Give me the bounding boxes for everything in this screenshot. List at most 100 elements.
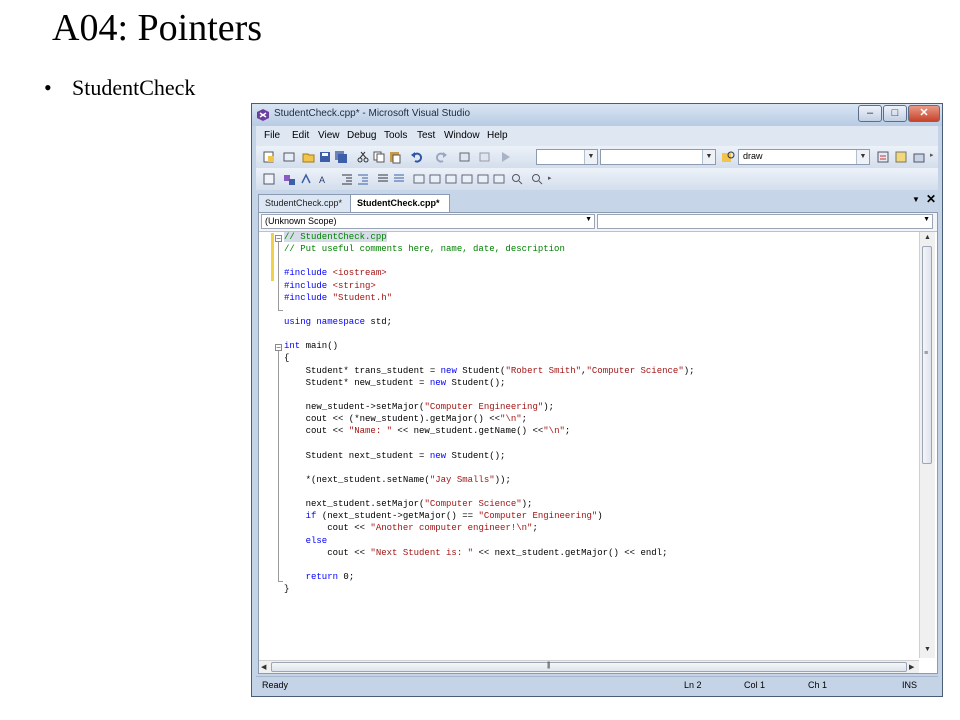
maximize-button[interactable]: □ xyxy=(883,105,907,122)
undo-icon[interactable] xyxy=(410,150,424,164)
selection-margin[interactable] xyxy=(259,232,273,662)
code-line[interactable]: cout << (*new_student).getMajor() <<"\n"… xyxy=(284,413,914,425)
toolbar-overflow-icon[interactable]: ▸ xyxy=(930,151,933,159)
menu-file[interactable]: File xyxy=(264,130,280,141)
platform-combo[interactable]: ▼ xyxy=(600,149,716,165)
code-editor[interactable]: (Unknown Scope) ▼ ▼ − − // StudentCheck.c… xyxy=(258,212,938,674)
scroll-left-icon[interactable]: ◀ xyxy=(261,663,266,671)
code-line[interactable]: using namespace std; xyxy=(284,316,914,328)
menu-window[interactable]: Window xyxy=(444,130,480,141)
code-line[interactable]: return 0; xyxy=(284,571,914,583)
code-line[interactable]: else xyxy=(284,535,914,547)
code-line[interactable]: cout << "Next Student is: " << next_stud… xyxy=(284,547,914,559)
close-window-button[interactable]: ✕ xyxy=(908,105,940,122)
scroll-down-icon[interactable]: ▼ xyxy=(924,646,931,653)
copy-icon[interactable] xyxy=(372,150,386,164)
menu-view[interactable]: View xyxy=(318,130,340,141)
collapse-outline-icon[interactable]: − xyxy=(275,344,282,352)
code-line[interactable] xyxy=(284,389,914,401)
toolbox-icon[interactable] xyxy=(912,150,926,164)
previous-bookmark-icon[interactable] xyxy=(428,172,442,186)
code-text[interactable]: // StudentCheck.cpp // Put useful comment… xyxy=(284,231,914,595)
clear-bookmarks-icon[interactable] xyxy=(492,172,506,186)
code-line[interactable]: #include <iostream> xyxy=(284,267,914,279)
code-line[interactable]: new_student->setMajor("Computer Engineer… xyxy=(284,401,914,413)
code-line[interactable]: if (next_student->getMajor() == "Compute… xyxy=(284,510,914,522)
collapse-outline-icon[interactable]: − xyxy=(275,235,282,243)
next-bookmark-icon[interactable] xyxy=(444,172,458,186)
code-line[interactable] xyxy=(284,255,914,267)
code-line[interactable]: Student next_student = new Student(); xyxy=(284,450,914,462)
close-tab-icon[interactable]: ✕ xyxy=(926,192,936,206)
add-item-icon[interactable] xyxy=(282,150,296,164)
menu-debug[interactable]: Debug xyxy=(347,130,376,141)
uncomment-lines-icon[interactable] xyxy=(392,172,406,186)
previous-bookmark-in-folder-icon[interactable] xyxy=(460,172,474,186)
code-line[interactable]: } xyxy=(284,583,914,595)
menu-test[interactable]: Test xyxy=(417,130,435,141)
code-line[interactable]: cout << "Name: " << new_student.getName(… xyxy=(284,425,914,437)
navigate-backward-icon[interactable] xyxy=(458,150,472,164)
navigate-forward-icon[interactable] xyxy=(478,150,492,164)
start-debugging-icon[interactable] xyxy=(498,150,512,164)
code-line[interactable]: Student* trans_student = new Student("Ro… xyxy=(284,365,914,377)
decrease-indent-icon[interactable] xyxy=(340,172,354,186)
code-line[interactable] xyxy=(284,437,914,449)
code-line[interactable]: #include "Student.h" xyxy=(284,292,914,304)
tab-studentcheck-active[interactable]: StudentCheck.cpp* xyxy=(350,194,450,212)
member-combo[interactable]: ▼ xyxy=(597,214,933,229)
code-line[interactable] xyxy=(284,304,914,316)
object-browser-icon[interactable] xyxy=(262,172,276,186)
code-line[interactable]: cout << "Another computer engineer!\n"; xyxy=(284,522,914,534)
new-project-icon[interactable] xyxy=(262,150,276,164)
menu-edit[interactable]: Edit xyxy=(292,130,309,141)
find-next-icon[interactable] xyxy=(510,172,524,186)
code-token: std; xyxy=(370,316,393,327)
paste-icon[interactable] xyxy=(388,150,402,164)
toggle-bookmark-icon[interactable] xyxy=(412,172,426,186)
minimize-button[interactable]: – xyxy=(858,105,882,122)
code-line[interactable] xyxy=(284,486,914,498)
code-line[interactable]: { xyxy=(284,352,914,364)
open-file-icon[interactable] xyxy=(302,150,316,164)
menu-tools[interactable]: Tools xyxy=(384,130,407,141)
display-member-list-icon[interactable] xyxy=(282,172,296,186)
code-line[interactable] xyxy=(284,328,914,340)
code-line[interactable]: *(next_student.setName("Jay Smalls")); xyxy=(284,474,914,486)
menu-help[interactable]: Help xyxy=(487,130,508,141)
save-all-icon[interactable] xyxy=(334,150,348,164)
properties-window-icon[interactable] xyxy=(894,150,908,164)
scroll-right-icon[interactable]: ▶ xyxy=(909,663,914,671)
save-icon[interactable] xyxy=(318,150,332,164)
find-previous-icon[interactable] xyxy=(530,172,544,186)
visual-studio-app-icon[interactable] xyxy=(256,108,270,122)
code-line[interactable]: // StudentCheck.cpp xyxy=(284,231,914,243)
code-line[interactable]: // Put useful comments here, name, date,… xyxy=(284,243,914,255)
find-combo[interactable]: draw ▼ xyxy=(738,149,870,165)
horizontal-scrollbar[interactable]: ◀ ||| ▶ xyxy=(259,660,919,673)
comment-lines-icon[interactable] xyxy=(376,172,390,186)
solution-explorer-icon[interactable] xyxy=(876,150,890,164)
parameter-info-icon[interactable] xyxy=(300,172,314,186)
toolbar-overflow-icon[interactable]: ▸ xyxy=(548,174,551,182)
configuration-combo[interactable]: ▼ xyxy=(536,149,598,165)
quick-info-icon[interactable]: A xyxy=(318,172,332,186)
code-line[interactable]: int main() xyxy=(284,340,914,352)
tab-studentcheck-inactive[interactable]: StudentCheck.cpp* xyxy=(258,194,352,212)
code-line[interactable] xyxy=(284,462,914,474)
scope-combo[interactable]: (Unknown Scope) ▼ xyxy=(261,214,595,229)
code-line[interactable]: Student* new_student = new Student(); xyxy=(284,377,914,389)
next-bookmark-in-folder-icon[interactable] xyxy=(476,172,490,186)
code-line[interactable]: next_student.setMajor("Computer Science"… xyxy=(284,498,914,510)
redo-icon[interactable] xyxy=(434,150,448,164)
increase-indent-icon[interactable] xyxy=(356,172,370,186)
find-in-files-icon[interactable] xyxy=(721,150,735,164)
vertical-scrollbar[interactable]: ▲ ≡ ▼ xyxy=(919,232,935,658)
code-line[interactable] xyxy=(284,559,914,571)
code-line[interactable]: #include <string> xyxy=(284,280,914,292)
cut-icon[interactable] xyxy=(356,150,370,164)
window-titlebar[interactable]: StudentCheck.cpp* - Microsoft Visual Stu… xyxy=(252,104,942,126)
horizontal-scroll-thumb[interactable] xyxy=(271,662,907,672)
active-files-dropdown-icon[interactable]: ▼ xyxy=(912,195,920,204)
scroll-up-icon[interactable]: ▲ xyxy=(924,234,931,241)
